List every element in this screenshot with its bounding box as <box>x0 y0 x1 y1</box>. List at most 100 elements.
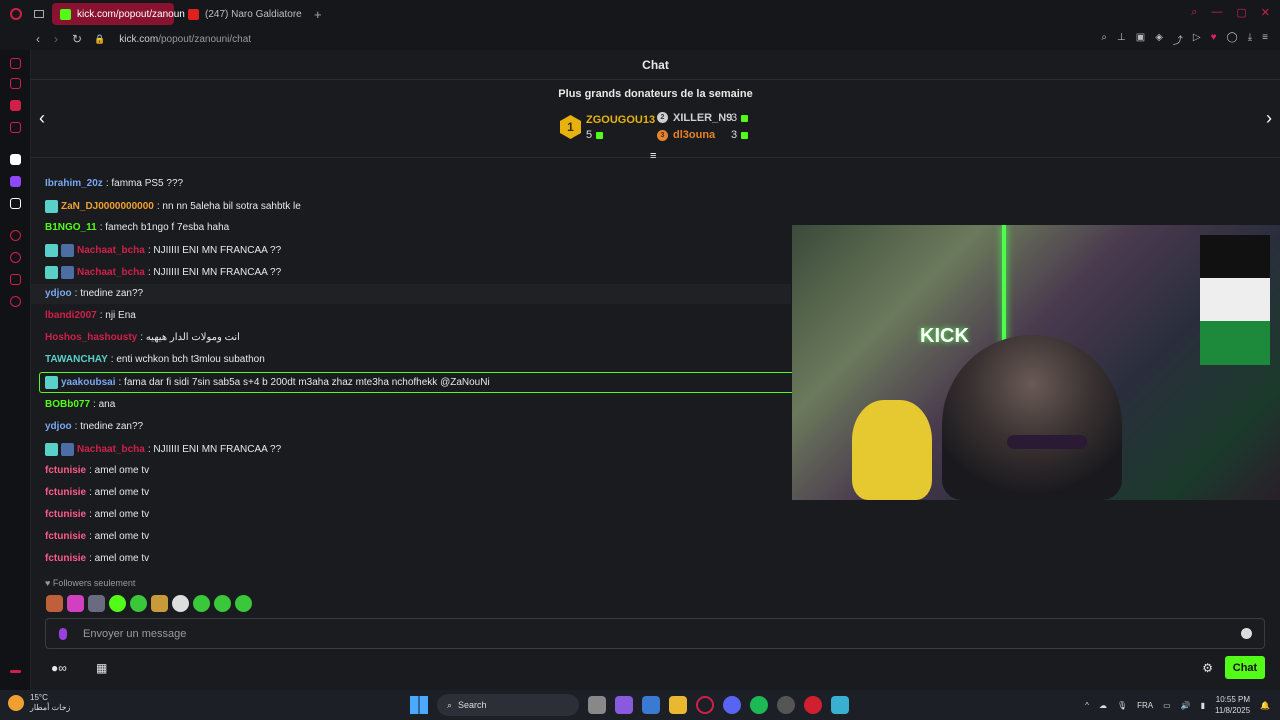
windows-start-icon[interactable] <box>410 696 428 714</box>
store-app-icon[interactable] <box>642 696 660 714</box>
maximize-button[interactable]: ▢ <box>1236 6 1246 19</box>
language-indicator[interactable]: FRA <box>1137 701 1153 710</box>
search-icon[interactable]: ⌕ <box>1191 6 1197 19</box>
emote-icon[interactable] <box>130 595 147 612</box>
chat-username[interactable]: BOBb077 <box>45 399 90 410</box>
emote-icon[interactable] <box>67 595 84 612</box>
mic-icon[interactable] <box>59 627 67 640</box>
copilot-icon[interactable] <box>615 696 633 714</box>
network-icon[interactable]: ▭ <box>1163 701 1171 710</box>
cloud-icon[interactable]: ☁ <box>1099 701 1107 710</box>
twitch-icon[interactable] <box>10 176 21 187</box>
donor-name[interactable]: dl3ouna <box>673 129 715 141</box>
send-chat-button[interactable]: Chat <box>1225 656 1265 679</box>
gear-icon[interactable]: ⚙ <box>1202 661 1213 675</box>
vip-badge-icon <box>61 443 74 456</box>
emote-icon[interactable] <box>46 595 63 612</box>
kick-icon[interactable] <box>10 154 21 165</box>
chevron-up-icon[interactable]: ^ <box>1085 701 1089 710</box>
history-icon[interactable] <box>10 230 21 241</box>
aria-icon[interactable] <box>10 78 21 89</box>
emote-icon[interactable] <box>109 595 126 612</box>
download-icon[interactable]: ⤓ <box>1248 32 1252 47</box>
mic-tray-icon[interactable]: 🎙 <box>1117 701 1127 710</box>
emote-icon[interactable] <box>172 595 189 612</box>
next-arrow-icon[interactable]: › <box>1266 108 1272 129</box>
extensions-icon[interactable] <box>10 274 21 285</box>
spotify-icon[interactable] <box>750 696 768 714</box>
discord-icon[interactable] <box>723 696 741 714</box>
emote-icon[interactable] <box>151 595 168 612</box>
message-input[interactable]: Envoyer un message <box>45 618 1265 649</box>
share-icon[interactable]: ⤴ <box>1173 32 1183 47</box>
chat-username[interactable]: Nachaat_bcha <box>77 267 145 278</box>
x-icon[interactable] <box>10 198 21 209</box>
emote-icon[interactable] <box>88 595 105 612</box>
donor-name[interactable]: ZGOUGOU13 <box>586 114 655 126</box>
messenger-icon[interactable] <box>10 100 21 111</box>
explorer-icon[interactable] <box>669 696 687 714</box>
clock[interactable]: 10:55 PM 11/8/2025 <box>1215 694 1250 716</box>
taskbar-search[interactable]: ⌕ Search <box>437 694 579 716</box>
player-icon[interactable] <box>10 122 21 133</box>
chat-username[interactable]: Hoshos_hashousty <box>45 332 137 343</box>
task-view-icon[interactable] <box>588 696 606 714</box>
emote-icon[interactable] <box>235 595 252 612</box>
account-icon[interactable]: ◯ <box>1227 32 1238 47</box>
back-icon[interactable]: ‹ <box>36 32 40 46</box>
clock-icon[interactable] <box>10 252 21 263</box>
chat-username[interactable]: ydjoo <box>45 288 72 299</box>
settings-icon[interactable] <box>10 296 21 307</box>
zoom-icon[interactable]: ⌕ <box>1101 32 1107 47</box>
menu-icon[interactable]: ≡ <box>1262 32 1268 47</box>
store-icon[interactable]: ▦ <box>96 661 107 675</box>
antivirus-icon[interactable] <box>804 696 822 714</box>
chat-username[interactable]: fctunisie <box>45 509 86 520</box>
battery-icon[interactable]: ▮ <box>1201 701 1205 710</box>
donor-name[interactable]: XILLER_N9 <box>673 112 732 124</box>
url-field[interactable]: kick.com/popout/zanouni/chat <box>119 34 251 45</box>
chat-username[interactable]: B1NGO_11 <box>45 222 97 233</box>
prev-arrow-icon[interactable]: ‹ <box>39 108 45 129</box>
chat-text: : NJIIIII ENI MN FRANCAA ?? <box>147 245 282 256</box>
chat-username[interactable]: Nachaat_bcha <box>77 444 145 455</box>
weather-widget[interactable]: 15°C زخات أمطار <box>8 693 70 713</box>
play-icon[interactable]: ▷ <box>1193 32 1201 47</box>
snapshot-icon[interactable]: ▣ <box>1136 32 1145 47</box>
emoji-icon[interactable] <box>1241 628 1252 639</box>
chat-username[interactable]: fctunisie <box>45 487 86 498</box>
chat-username[interactable]: Nachaat_bcha <box>77 245 145 256</box>
shield-icon[interactable]: ◈ <box>1155 32 1163 47</box>
ai-icon[interactable] <box>10 58 21 69</box>
chat-username[interactable]: ZaN_DJ0000000000 <box>61 201 154 212</box>
chat-username[interactable]: yaakoubsai <box>61 377 115 388</box>
reload-icon[interactable]: ↻ <box>72 32 82 46</box>
tab-kick-chat[interactable]: kick.com/popout/zanoun <box>52 3 185 25</box>
chat-username[interactable]: fctunisie <box>45 531 86 542</box>
emote-icon[interactable] <box>214 595 231 612</box>
chat-username[interactable]: fctunisie <box>45 465 86 476</box>
chat-username[interactable]: TAWANCHAY <box>45 354 108 365</box>
tab-youtube[interactable]: (247) Naro Galdiatores 14 <box>180 3 310 25</box>
emote-icon[interactable] <box>193 595 210 612</box>
more-icon[interactable] <box>10 670 21 673</box>
chat-username[interactable]: ydjoo <box>45 421 72 432</box>
chat-username[interactable]: lbandi2007 <box>45 310 97 321</box>
volume-icon[interactable]: 🔊 <box>1181 701 1191 710</box>
pin-icon[interactable]: ⊥ <box>1117 32 1126 47</box>
chat-username[interactable]: Ibrahim_20z <box>45 178 103 189</box>
new-tab-button[interactable]: + <box>314 7 322 22</box>
stream-video[interactable]: KICK <box>792 225 1280 500</box>
opera-app-icon[interactable] <box>696 696 714 714</box>
opera-logo-icon[interactable] <box>10 8 22 20</box>
minimize-button[interactable]: — <box>1211 6 1222 19</box>
notification-icon[interactable]: 🔔 <box>1260 701 1270 710</box>
close-button[interactable]: ✕ <box>1261 6 1270 19</box>
infinity-icon[interactable]: ●∞ <box>51 661 67 675</box>
notepad-icon[interactable] <box>831 696 849 714</box>
forward-icon[interactable]: › <box>54 32 58 46</box>
steam-icon[interactable] <box>777 696 795 714</box>
heart-icon[interactable]: ♥ <box>1211 32 1217 47</box>
chat-username[interactable]: fctunisie <box>45 553 86 564</box>
tab-manager-icon[interactable] <box>34 10 44 18</box>
